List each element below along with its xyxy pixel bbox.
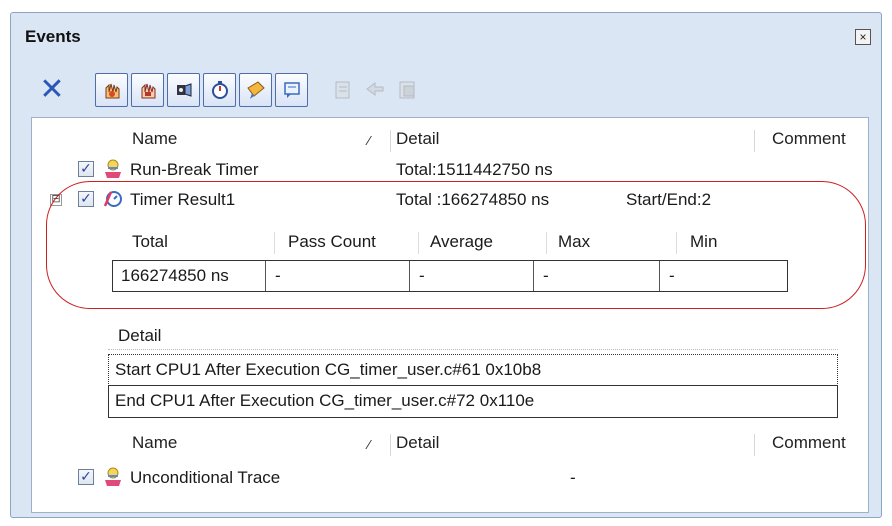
timer-button[interactable] [203,73,236,107]
trace-icon [177,83,192,97]
script-icon [284,82,300,98]
event-name: Unconditional Trace [130,468,281,487]
event-checkbox[interactable]: ✓ [78,161,94,177]
detail-start-text: Start CPU1 After Execution CG_timer_user… [115,360,542,379]
event-detail: - [570,468,576,487]
paste-icon [399,81,415,99]
edit-icon [335,81,350,99]
unconditional-trace-icon [105,467,121,486]
delete-button[interactable]: ✕ [39,75,65,105]
event-checkbox[interactable]: ✓ [78,469,94,485]
column-detail[interactable]: Detail [396,129,439,149]
point-trace-button[interactable] [239,73,272,107]
point-trace-icon [247,81,265,99]
detail-end-text: End CPU1 After Execution CG_timer_user.c… [115,391,535,410]
toolbar: ✕ [39,71,559,111]
close-button[interactable]: × [855,29,871,45]
hardware-break-button[interactable] [95,73,128,107]
edit-button[interactable] [329,75,359,105]
sort-indicator: ⁄ [368,133,371,148]
column-name[interactable]: Name [132,433,177,453]
trace-button[interactable] [167,73,200,107]
copy-icon [366,82,384,96]
detail-label: Detail [118,326,162,345]
copy-button[interactable] [361,75,391,105]
detail-row-end[interactable]: End CPU1 After Execution CG_timer_user.c… [108,386,838,418]
event-row[interactable]: ✓ Run-Break Timer Total:1511442750 ns [32,156,870,184]
highlight-callout [46,181,866,309]
column-comment[interactable]: Comment [772,129,846,149]
column-detail[interactable]: Detail [396,433,439,453]
sort-indicator: ⁄ [368,437,371,452]
software-break-icon [141,83,156,99]
column-name[interactable]: Name [132,129,177,149]
detail-header: Detail [108,322,838,350]
events-list: Name ⁄ Detail Comment ✓ Run-Break Timer … [31,117,869,513]
software-break-button[interactable] [131,73,164,107]
script-button[interactable] [275,73,308,107]
paste-button[interactable] [393,75,423,105]
column-header-2: Name ⁄ Detail Comment [32,428,870,458]
hardware-break-icon [105,83,120,99]
panel-title: Events [25,27,81,46]
timer-icon [212,81,228,99]
column-header: Name ⁄ Detail Comment [32,124,870,154]
detail-row-start[interactable]: Start CPU1 After Execution CG_timer_user… [108,354,838,386]
event-row[interactable]: ✓ Unconditional Trace - [32,464,870,492]
event-detail: Total:1511442750 ns [396,160,553,179]
event-name: Run-Break Timer [130,160,259,179]
run-break-timer-icon [105,159,121,178]
column-comment[interactable]: Comment [772,433,846,453]
